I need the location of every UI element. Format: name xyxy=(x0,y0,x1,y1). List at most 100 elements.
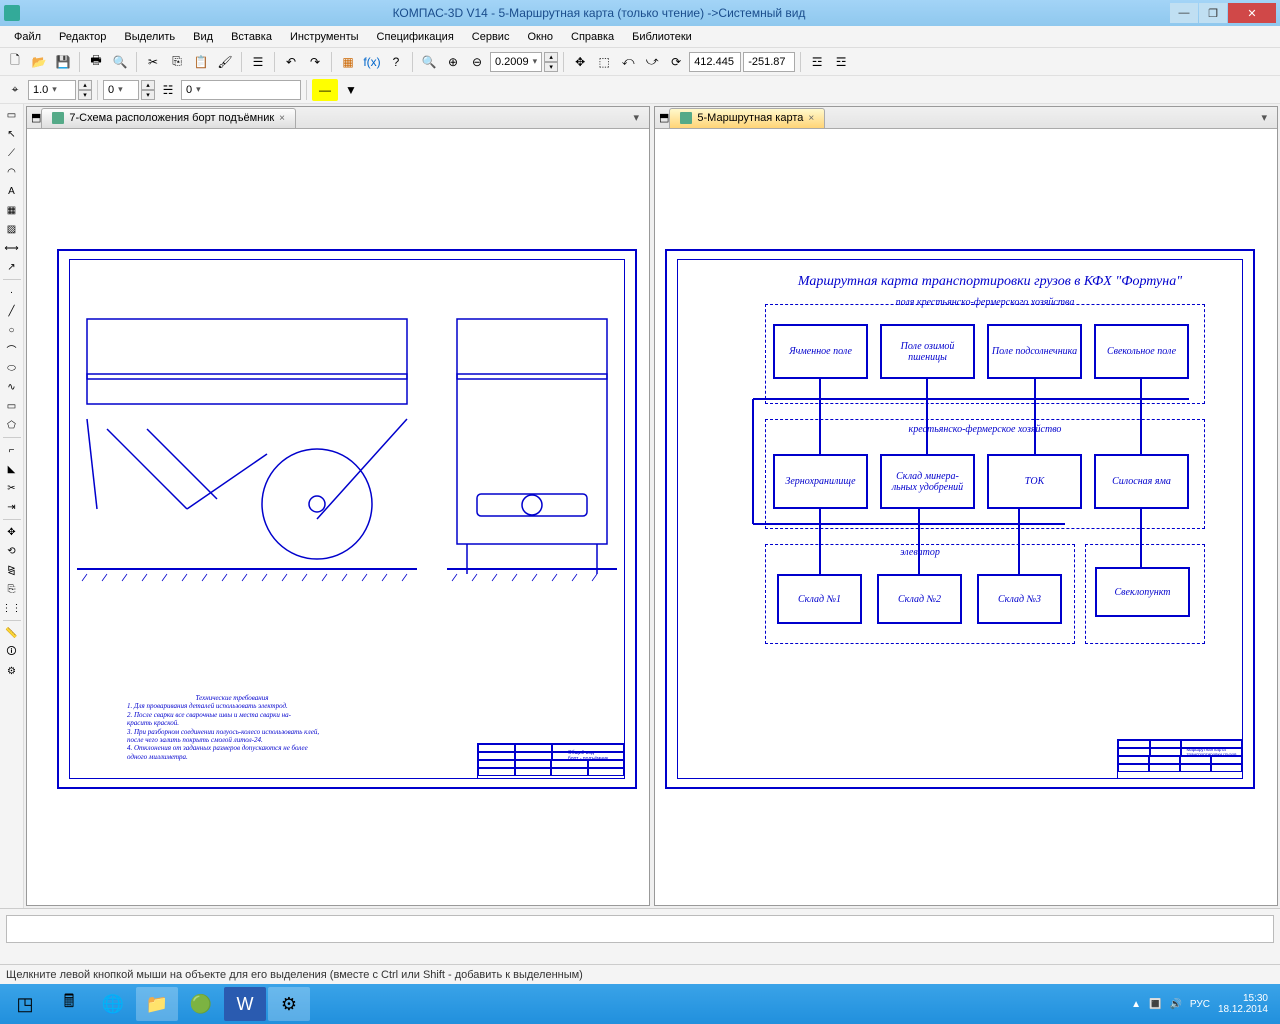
arc-tool-icon[interactable]: ◠ xyxy=(2,163,22,181)
rect-icon[interactable]: ▭ xyxy=(2,397,22,415)
step-steppers[interactable]: ▴▾ xyxy=(141,80,155,100)
hatch-tool-icon[interactable]: ▨ xyxy=(2,220,22,238)
brush-icon[interactable]: 🖌 xyxy=(214,51,236,73)
prev-view-icon[interactable]: ⤺ xyxy=(617,51,639,73)
poly-icon[interactable]: ⬠ xyxy=(2,416,22,434)
menu-service[interactable]: Сервис xyxy=(464,29,518,45)
new-icon[interactable]: 🗋 xyxy=(4,51,26,73)
spline-icon[interactable]: ∿ xyxy=(2,378,22,396)
save-icon[interactable]: 💾 xyxy=(52,51,74,73)
menu-tools[interactable]: Инструменты xyxy=(282,29,367,45)
cut-icon[interactable]: ✂ xyxy=(142,51,164,73)
style-combo[interactable]: 0 xyxy=(181,80,301,100)
task-app-icon[interactable]: 🟢 xyxy=(180,987,222,1021)
canvas-right[interactable]: Маршрутная карта транспортировки грузов … xyxy=(655,129,1277,905)
tray-lang[interactable]: РУС xyxy=(1190,999,1210,1010)
layers-icon[interactable]: ☲ xyxy=(806,51,828,73)
pan-icon[interactable]: ✥ xyxy=(569,51,591,73)
scale-combo[interactable]: 1.0 xyxy=(28,80,76,100)
task-explorer-icon[interactable]: 🖩 xyxy=(48,987,90,1021)
chamfer-icon[interactable]: ◣ xyxy=(2,460,22,478)
tab-nav-right[interactable]: ⬒ xyxy=(659,111,669,124)
layers2-icon[interactable]: ☲ xyxy=(830,51,852,73)
fillet-icon[interactable]: ⌐ xyxy=(2,441,22,459)
menu-libs[interactable]: Библиотеки xyxy=(624,29,700,45)
step-combo[interactable]: 0 xyxy=(103,80,139,100)
menu-edit[interactable]: Редактор xyxy=(51,29,114,45)
help-icon[interactable]: ? xyxy=(385,51,407,73)
tab-right[interactable]: 5-Маршрутная карта × xyxy=(669,108,825,128)
menu-file[interactable]: Файл xyxy=(6,29,49,45)
command-line[interactable] xyxy=(6,915,1274,943)
move-icon[interactable]: ✥ xyxy=(2,523,22,541)
menu-insert[interactable]: Вставка xyxy=(223,29,280,45)
zoom-out-icon[interactable]: ⊖ xyxy=(466,51,488,73)
circle-icon[interactable]: ○ xyxy=(2,321,22,339)
tab-close-icon[interactable]: × xyxy=(279,113,285,124)
manager-icon[interactable]: ▦ xyxy=(337,51,359,73)
array-icon[interactable]: ⋮⋮ xyxy=(2,599,22,617)
color-icon[interactable]: ▼ xyxy=(340,79,362,101)
maximize-button[interactable]: ❐ xyxy=(1199,3,1227,23)
tab-dropdown-left[interactable]: ▾ xyxy=(627,111,645,124)
paste-icon[interactable]: 📋 xyxy=(190,51,212,73)
system-tray[interactable]: ▲ 🔳 🔊 РУС 15:30 18.12.2014 xyxy=(1131,993,1276,1015)
properties-icon[interactable]: ☰ xyxy=(247,51,269,73)
trim-icon[interactable]: ✂ xyxy=(2,479,22,497)
task-folder-icon[interactable]: 📁 xyxy=(136,987,178,1021)
tracking-icon[interactable]: ⌖ xyxy=(4,79,26,101)
open-icon[interactable]: 📂 xyxy=(28,51,50,73)
mirror-icon[interactable]: ⧎ xyxy=(2,561,22,579)
copy-tool-icon[interactable]: ⎘ xyxy=(2,580,22,598)
dim-tool-icon[interactable]: ⟷ xyxy=(2,239,22,257)
tab-nav-left[interactable]: ⬒ xyxy=(31,111,41,124)
coord-x[interactable] xyxy=(689,52,741,72)
tray-flag-icon[interactable]: ▲ xyxy=(1131,999,1141,1010)
menu-select[interactable]: Выделить xyxy=(116,29,183,45)
tray-vol-icon[interactable]: 🔊 xyxy=(1169,999,1181,1010)
props-icon[interactable]: 🛈 xyxy=(2,643,22,661)
menu-window[interactable]: Окно xyxy=(519,29,561,45)
copy-icon[interactable]: ⎘ xyxy=(166,51,188,73)
tab-close-icon[interactable]: × xyxy=(808,113,814,124)
rotate-icon[interactable]: ⟲ xyxy=(2,542,22,560)
task-kompas-icon[interactable]: ⚙ xyxy=(268,987,310,1021)
table-tool-icon[interactable]: ▦ xyxy=(2,201,22,219)
tab-left[interactable]: 7-Схема расположения борт подъёмник × xyxy=(41,108,296,128)
point-icon[interactable]: · xyxy=(2,283,22,301)
zoom-window-icon[interactable]: ⬚ xyxy=(593,51,615,73)
start-button[interactable]: ◳ xyxy=(4,987,46,1021)
minimize-button[interactable]: — xyxy=(1170,3,1198,23)
zoom-combo[interactable]: 0.2009 xyxy=(490,52,542,72)
next-view-icon[interactable]: ⤻ xyxy=(641,51,663,73)
ellipse-icon[interactable]: ⬭ xyxy=(2,359,22,377)
line-tool-icon[interactable]: ⟋ xyxy=(2,144,22,162)
vars-icon[interactable]: f(x) xyxy=(361,51,383,73)
tab-dropdown-right[interactable]: ▾ xyxy=(1255,111,1273,124)
zoom-in-icon[interactable]: ⊕ xyxy=(442,51,464,73)
cursor-icon[interactable]: ▭ xyxy=(2,106,22,124)
extend-icon[interactable]: ⇥ xyxy=(2,498,22,516)
print-icon[interactable]: 🖶 xyxy=(85,51,107,73)
redo-icon[interactable]: ↷ xyxy=(304,51,326,73)
zoom-fit-icon[interactable]: 🔍 xyxy=(418,51,440,73)
task-chrome-icon[interactable]: 🌐 xyxy=(92,987,134,1021)
tray-net-icon[interactable]: 🔳 xyxy=(1149,999,1161,1010)
leader-tool-icon[interactable]: ↗ xyxy=(2,258,22,276)
refresh-icon[interactable]: ⟳ xyxy=(665,51,687,73)
menu-spec[interactable]: Спецификация xyxy=(369,29,462,45)
layer-icon[interactable]: ☵ xyxy=(157,79,179,101)
menu-help[interactable]: Справка xyxy=(563,29,622,45)
measure-icon[interactable]: 📏 xyxy=(2,624,22,642)
task-word-icon[interactable]: W xyxy=(224,987,266,1021)
arc2-icon[interactable]: ⌒ xyxy=(2,340,22,358)
canvas-left[interactable]: Технические требования 1. Для провариван… xyxy=(27,129,649,905)
seg-icon[interactable]: ╱ xyxy=(2,302,22,320)
extra-icon[interactable]: ⚙ xyxy=(2,662,22,680)
scale-steppers[interactable]: ▴▾ xyxy=(78,80,92,100)
zoom-steppers[interactable]: ▴▾ xyxy=(544,52,558,72)
linestyle-icon[interactable]: — xyxy=(312,79,338,101)
text-tool-icon[interactable]: A xyxy=(2,182,22,200)
menu-view[interactable]: Вид xyxy=(185,29,221,45)
coord-y[interactable] xyxy=(743,52,795,72)
